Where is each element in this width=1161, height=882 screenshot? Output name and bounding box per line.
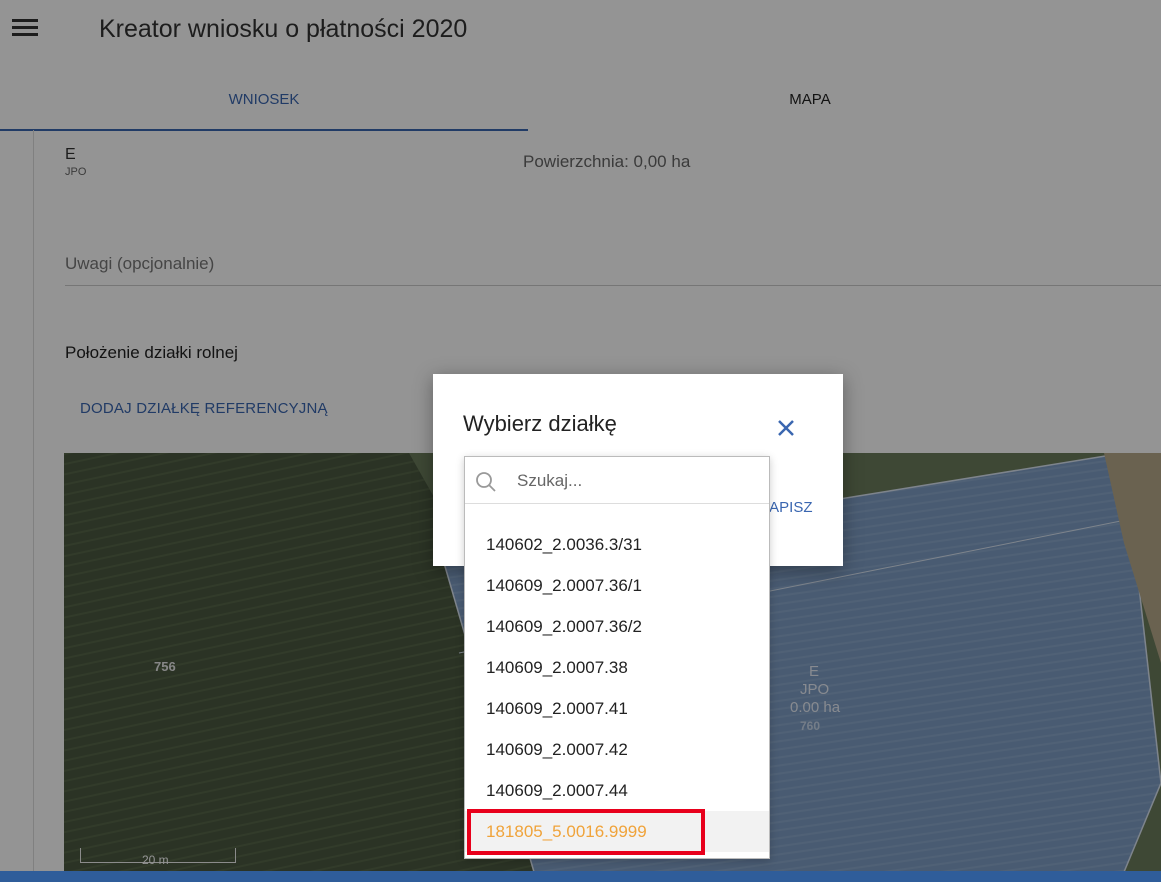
parcel-option[interactable]: 140609_2.0007.36/1	[465, 565, 769, 606]
parcel-option[interactable]: 140609_2.0007.42	[465, 729, 769, 770]
parcel-option[interactable]: 140609_2.0007.36/2	[465, 606, 769, 647]
bottom-bar	[0, 871, 1161, 882]
parcel-option[interactable]: 140609_2.0007.38	[465, 647, 769, 688]
parcel-option[interactable]: 140609_2.0007.44	[465, 770, 769, 811]
parcel-option[interactable]: 140609_2.0007.41	[465, 688, 769, 729]
search-input[interactable]	[515, 467, 759, 495]
selection-highlight-box	[467, 809, 705, 855]
parcel-options-list: 140602_2.0036.3/31 140609_2.0007.36/1 14…	[465, 524, 769, 852]
parcel-option[interactable]: 140602_2.0036.3/31	[465, 524, 769, 565]
close-icon[interactable]	[774, 416, 798, 440]
dialog-title: Wybierz działkę	[463, 411, 617, 436]
parcel-dropdown: 140602_2.0036.3/31 140609_2.0007.36/1 14…	[464, 456, 770, 859]
search-box	[465, 457, 769, 504]
search-icon	[475, 471, 497, 493]
